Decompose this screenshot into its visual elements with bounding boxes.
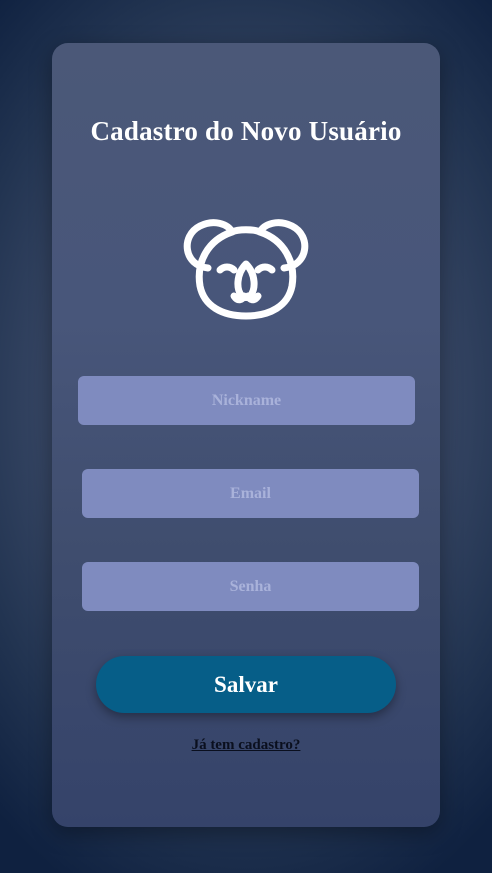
login-link[interactable]: Já tem cadastro? (0, 737, 492, 754)
koala-icon (183, 219, 309, 320)
email-input[interactable] (82, 469, 419, 518)
signup-screen: Cadastro do Novo Usuário Salvar Já tem c… (0, 0, 492, 873)
page-title: Cadastro do Novo Usuário (90, 116, 402, 146)
password-input[interactable] (82, 562, 419, 611)
nickname-input[interactable] (78, 376, 415, 425)
save-button[interactable]: Salvar (96, 656, 396, 713)
